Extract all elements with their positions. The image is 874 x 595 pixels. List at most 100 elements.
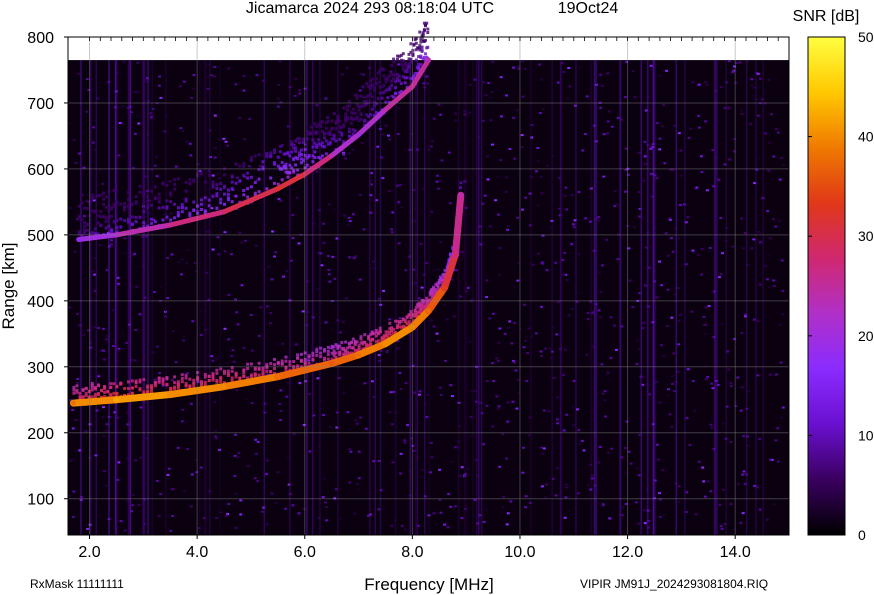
- noise-cell: [545, 164, 549, 167]
- trace-halo-cell: [246, 362, 250, 366]
- noise-cell: [697, 460, 701, 463]
- trace-point: [76, 237, 82, 242]
- noise-cell: [506, 420, 510, 423]
- noise-cell: [601, 504, 605, 507]
- noise-cell: [244, 398, 248, 401]
- noise-cell: [97, 375, 101, 378]
- noise-cell: [700, 171, 704, 174]
- noise-cell: [226, 513, 230, 515]
- noise-cell: [213, 146, 217, 149]
- noise-cell: [671, 382, 675, 385]
- trace-halo-cell: [253, 154, 257, 158]
- noise-cell: [400, 206, 404, 209]
- noise-cell: [564, 496, 568, 499]
- noise-cell: [157, 84, 161, 87]
- noise-cell: [210, 355, 214, 358]
- noise-cell: [515, 109, 519, 112]
- trace-halo-cell: [173, 187, 177, 191]
- trace-halo-cell: [242, 371, 246, 375]
- noise-cell: [597, 220, 601, 222]
- noise-cell: [563, 252, 567, 254]
- noise-cell: [506, 401, 510, 404]
- noise-cell: [697, 114, 701, 117]
- noise-cell: [363, 382, 367, 385]
- noise-cell: [349, 450, 353, 453]
- noise-cell: [624, 190, 628, 193]
- noise-cell: [157, 514, 161, 517]
- noise-cell: [260, 510, 264, 513]
- noise-cell: [110, 239, 113, 242]
- noise-cell: [345, 67, 349, 70]
- noise-cell: [432, 117, 436, 120]
- trace-halo-cell: [153, 196, 157, 200]
- noise-cell: [242, 89, 246, 92]
- trace-halo-cell: [353, 129, 357, 133]
- noise-cell: [524, 339, 527, 342]
- trace-halo-cell: [102, 197, 105, 201]
- noise-cell: [649, 172, 653, 175]
- trace-halo-cell: [342, 106, 346, 110]
- noise-cell: [181, 130, 185, 132]
- trace-halo-cell: [110, 228, 113, 232]
- noise-streak: [654, 60, 656, 536]
- noise-cell: [600, 363, 604, 366]
- trace-halo-cell: [169, 387, 173, 391]
- noise-cell: [323, 477, 327, 480]
- trace-halo-cell: [340, 132, 344, 136]
- noise-cell: [548, 347, 552, 350]
- trace-halo-cell: [265, 187, 269, 191]
- noise-cell: [606, 132, 610, 135]
- noise-cell: [390, 423, 394, 426]
- trace-halo-cell: [142, 221, 146, 225]
- noise-cell: [658, 148, 662, 151]
- noise-cell: [563, 194, 567, 197]
- noise-cell: [613, 190, 617, 193]
- noise-cell: [297, 512, 301, 515]
- noise-cell: [68, 122, 72, 125]
- trace-halo-cell: [307, 361, 311, 365]
- plot-area: [67, 21, 790, 536]
- noise-cell: [234, 298, 237, 301]
- noise-cell: [71, 427, 75, 430]
- noise-cell: [522, 346, 526, 349]
- trace-halo-cell: [226, 369, 230, 373]
- trace-halo-cell: [203, 210, 207, 214]
- noise-streak: [374, 60, 376, 536]
- noise-cell: [444, 359, 447, 362]
- noise-cell: [736, 376, 740, 379]
- trace-halo-cell: [290, 140, 294, 144]
- noise-cell: [181, 408, 185, 411]
- noise-cell: [677, 343, 681, 346]
- noise-cell: [585, 353, 589, 356]
- trace-halo-cell: [418, 30, 422, 34]
- trace-halo-cell: [173, 387, 177, 390]
- trace-halo-cell: [309, 125, 313, 129]
- trace-halo-cell: [340, 341, 344, 344]
- trace-halo-cell: [127, 380, 130, 384]
- noise-cell: [292, 433, 296, 436]
- x-tick-label: 2.0: [78, 544, 100, 561]
- trace-point: [167, 222, 173, 228]
- trace-halo-cell: [257, 361, 261, 365]
- noise-cell: [213, 66, 217, 68]
- noise-cell: [155, 480, 159, 482]
- noise-cell: [642, 321, 646, 324]
- noise-cell: [134, 91, 137, 94]
- trace-halo-cell: [242, 164, 246, 168]
- noise-cell: [418, 390, 422, 393]
- noise-cell: [524, 506, 528, 509]
- noise-cell: [498, 465, 502, 468]
- trace-halo-cell: [420, 49, 424, 53]
- noise-cell: [432, 325, 436, 328]
- trace-halo-cell: [130, 386, 134, 390]
- noise-streak: [198, 60, 201, 536]
- trace-halo-cell: [80, 201, 84, 205]
- trace-halo-cell: [127, 190, 130, 194]
- noise-cell: [286, 223, 290, 226]
- trace-halo-cell: [130, 379, 134, 383]
- trace-halo-cell: [176, 213, 180, 217]
- trace-halo-cell: [323, 131, 326, 135]
- noise-cell: [155, 175, 159, 178]
- trace-halo-cell: [78, 391, 82, 395]
- noise-cell: [435, 332, 439, 335]
